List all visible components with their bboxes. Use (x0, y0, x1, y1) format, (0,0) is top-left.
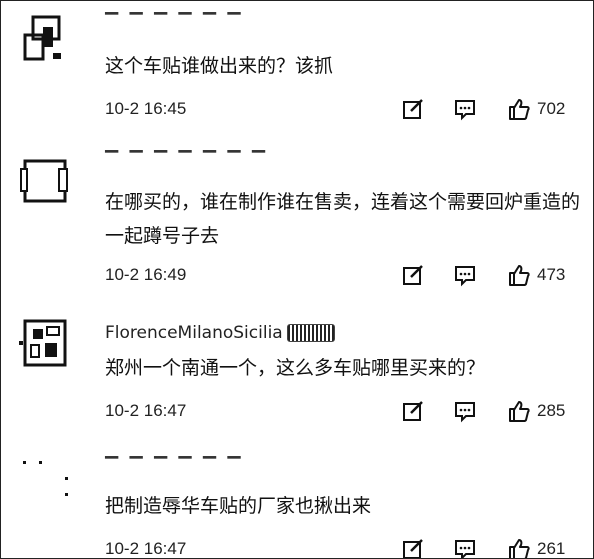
like-count: 473 (537, 265, 566, 284)
comment-bubble-icon[interactable] (453, 263, 477, 287)
user-badge-icon (286, 324, 335, 342)
like-count: 702 (537, 99, 566, 118)
thumbs-up-icon[interactable] (507, 97, 531, 121)
edit-square-icon[interactable] (401, 399, 425, 423)
timestamp: 10-2 16:45 (105, 99, 187, 118)
avatar[interactable] (19, 457, 71, 509)
thumbs-up-icon[interactable] (507, 537, 531, 558)
username[interactable]: ▔ ▔ ▔ ▔ ▔ ▔ ▔ (105, 151, 268, 171)
comment-bubble-icon[interactable] (453, 399, 477, 423)
username[interactable]: ▔ ▔ ▔ ▔ ▔ ▔ (105, 457, 243, 477)
username-text[interactable]: FlorenceMilanoSicilia (105, 323, 283, 343)
comment-text: 在哪买的，谁在制作谁在售卖，连着这个需要回炉重造的一起蹲号子去 (105, 191, 581, 247)
username[interactable]: ▔ ▔ ▔ ▔ ▔ ▔ (105, 13, 243, 33)
comment-meta: 10-2 16:47 261 (105, 537, 575, 558)
comment-list: ▔ ▔ ▔ ▔ ▔ ▔ 这个车贴谁做出来的？该抓 10-2 16:45 702 (0, 0, 594, 559)
edit-square-icon[interactable] (401, 97, 425, 121)
like-count: 285 (537, 401, 566, 420)
comment-text: 这个车贴谁做出来的？该抓 (105, 55, 334, 77)
avatar[interactable] (19, 13, 71, 65)
comment-bubble-icon[interactable] (453, 537, 477, 558)
thumbs-up-icon[interactable] (507, 263, 531, 287)
avatar[interactable] (19, 155, 71, 207)
username[interactable]: FlorenceMilanoSicilia (105, 323, 335, 343)
like-count: 261 (537, 539, 566, 558)
comment-text: 郑州一个南通一个，这么多车贴哪里买来的？ (105, 357, 486, 379)
comment-text: 把制造辱华车贴的厂家也揪出来 (105, 495, 372, 517)
edit-square-icon[interactable] (401, 537, 425, 558)
timestamp: 10-2 16:49 (105, 265, 187, 284)
avatar[interactable] (19, 319, 71, 371)
comment-meta: 10-2 16:49 473 (105, 263, 575, 289)
timestamp: 10-2 16:47 (105, 539, 187, 558)
edit-square-icon[interactable] (401, 263, 425, 287)
comment-bubble-icon[interactable] (453, 97, 477, 121)
thumbs-up-icon[interactable] (507, 399, 531, 423)
comment-meta: 10-2 16:45 702 (105, 97, 575, 123)
timestamp: 10-2 16:47 (105, 401, 187, 420)
comment-meta: 10-2 16:47 285 (105, 399, 575, 425)
